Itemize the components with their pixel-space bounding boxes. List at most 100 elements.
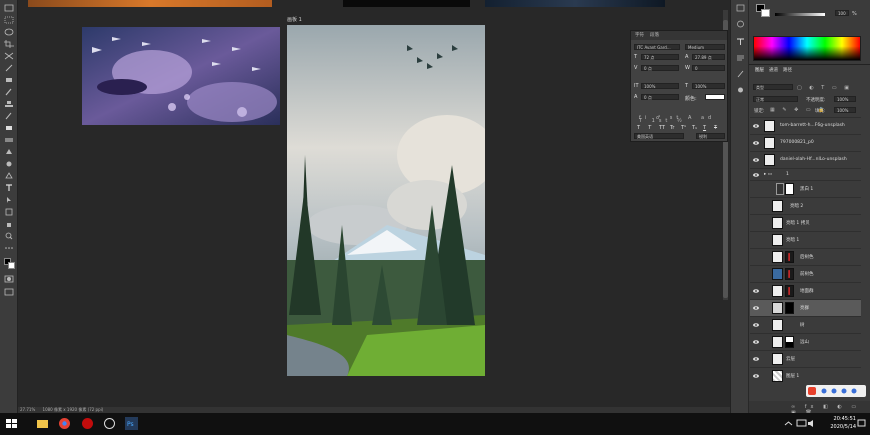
vertical-scale-field[interactable]: 100% bbox=[641, 83, 679, 89]
eyedropper-tool-icon[interactable] bbox=[4, 64, 14, 72]
language-select[interactable]: 美国英语 bbox=[634, 133, 684, 139]
faux-bold-button[interactable]: T bbox=[637, 125, 640, 131]
layer-name[interactable]: 黑白 1 bbox=[800, 186, 813, 192]
chrome-icon[interactable] bbox=[58, 417, 71, 430]
gradient-tool-icon[interactable] bbox=[4, 136, 14, 144]
layer-filter-icons[interactable]: ▢ ◐ T ▭ ▣ bbox=[797, 85, 857, 91]
leading-field[interactable]: 27.89 点 bbox=[692, 54, 725, 60]
hand-tool-icon[interactable] bbox=[4, 220, 14, 228]
strikethrough-button[interactable]: T bbox=[714, 125, 717, 131]
tab-layers[interactable]: 图层 bbox=[755, 66, 764, 76]
tab-paragraph[interactable]: 段落 bbox=[650, 31, 659, 40]
quick-mask-icon[interactable] bbox=[4, 275, 14, 283]
background-color-swatch[interactable] bbox=[8, 262, 15, 269]
brightness-value-field[interactable]: 100 bbox=[835, 10, 849, 16]
move-tool-icon[interactable] bbox=[4, 4, 14, 12]
crop-tool-icon[interactable] bbox=[4, 40, 14, 48]
zoom-level[interactable]: 27.71% bbox=[20, 407, 35, 412]
layer-name[interactable]: 树 bbox=[800, 322, 805, 328]
blend-mode-select[interactable]: 正常 bbox=[753, 96, 798, 102]
baseline-shift-field[interactable]: 0 点 bbox=[641, 94, 679, 100]
layer-row[interactable]: 亮暗 2 bbox=[750, 197, 861, 214]
layer-name[interactable]: 后树色 bbox=[800, 254, 814, 260]
layer-name[interactable]: 云层 bbox=[786, 356, 795, 362]
text-color-swatch[interactable] bbox=[705, 94, 725, 100]
adjustments-icon[interactable] bbox=[736, 20, 745, 28]
stamp-tool-icon[interactable] bbox=[4, 100, 14, 108]
opentype-features-row[interactable]: fi ♂ st A ad T 1st ½ bbox=[639, 116, 723, 124]
layer-name[interactable]: 亮暗 2 bbox=[790, 203, 803, 209]
color-spectrum[interactable] bbox=[753, 36, 861, 61]
layer-name[interactable]: 远山 bbox=[800, 339, 809, 345]
tab-channels[interactable]: 通道 bbox=[769, 66, 778, 76]
layer-name[interactable]: 亮群 bbox=[800, 305, 809, 311]
lasso-tool-icon[interactable] bbox=[4, 28, 14, 36]
layer-row[interactable]: daniel-olah-Hf...nlLo-unsplash bbox=[750, 151, 861, 168]
pen-tool-icon[interactable] bbox=[4, 172, 14, 180]
type-tool-icon[interactable] bbox=[4, 184, 14, 192]
whale-illustration-image[interactable] bbox=[82, 27, 280, 125]
small-caps-button[interactable]: Tr bbox=[670, 125, 674, 131]
layer-name[interactable]: 地面群 bbox=[800, 288, 814, 294]
layer-row[interactable]: 亮暗 1 拷贝 bbox=[750, 214, 861, 231]
layer-name[interactable]: 797000821_p0 bbox=[780, 140, 814, 145]
history-brush-tool-icon[interactable] bbox=[4, 112, 14, 120]
app-icon[interactable] bbox=[103, 417, 116, 430]
visibility-eye-icon[interactable] bbox=[753, 356, 759, 362]
visibility-eye-icon[interactable] bbox=[753, 172, 759, 178]
layer-row[interactable]: 树 bbox=[750, 316, 861, 333]
underline-button[interactable]: T bbox=[703, 125, 706, 131]
layer-row-selected[interactable]: 亮群 bbox=[750, 299, 861, 316]
superscript-button[interactable]: T¹ bbox=[681, 125, 686, 131]
subscript-button[interactable]: T₁ bbox=[692, 125, 697, 131]
brush-tool-icon[interactable] bbox=[4, 88, 14, 96]
font-style-select[interactable]: Medium bbox=[685, 44, 725, 50]
layer-row[interactable]: 797000821_p0 bbox=[750, 134, 861, 151]
layer-row[interactable]: 后树色 bbox=[750, 248, 861, 265]
frame-tool-icon[interactable] bbox=[4, 52, 14, 60]
notification-icon[interactable] bbox=[855, 417, 868, 430]
paragraph-panel-icon[interactable] bbox=[736, 54, 745, 62]
rectangle-tool-icon[interactable] bbox=[4, 208, 14, 216]
layer-row[interactable]: 图层 1 bbox=[750, 367, 861, 384]
visibility-eye-icon[interactable] bbox=[753, 157, 759, 163]
brush-settings-icon[interactable] bbox=[736, 70, 745, 78]
layer-name[interactable]: 亮暗 1 拷贝 bbox=[786, 220, 810, 226]
marquee-tool-icon[interactable] bbox=[4, 16, 14, 24]
document-info[interactable]: 1080 像素 x 1920 像素 (72 ppi) bbox=[43, 407, 104, 412]
visibility-eye-icon[interactable] bbox=[753, 288, 759, 294]
character-panel-icon[interactable] bbox=[736, 38, 745, 46]
layer-row[interactable]: 黑白 1 bbox=[750, 180, 861, 197]
kerning-field[interactable]: 0 点 bbox=[641, 65, 679, 71]
tray-arrow-icon[interactable] bbox=[782, 417, 795, 430]
visibility-eye-icon[interactable] bbox=[753, 373, 759, 379]
faux-italic-button[interactable]: T bbox=[648, 125, 651, 131]
forest-artboard-image[interactable] bbox=[287, 25, 485, 376]
artboard-label[interactable]: 画板 1 bbox=[287, 16, 302, 23]
layer-row[interactable]: 云层 bbox=[750, 350, 861, 367]
brightness-slider[interactable] bbox=[775, 13, 825, 16]
layer-row[interactable]: 远山 bbox=[750, 333, 861, 350]
zoom-tool-icon[interactable] bbox=[4, 232, 14, 240]
visibility-eye-icon[interactable] bbox=[753, 140, 759, 146]
layer-row[interactable]: 亮暗 1 bbox=[750, 231, 861, 248]
file-explorer-icon[interactable] bbox=[36, 417, 49, 430]
layer-name[interactable]: 前树色 bbox=[800, 271, 814, 277]
layer-group-row[interactable]: ▸ ▭ 1 bbox=[750, 168, 861, 180]
more-tools-icon[interactable] bbox=[4, 244, 14, 252]
path-selection-tool-icon[interactable] bbox=[4, 196, 14, 204]
layer-row[interactable]: tom-barrett-h...F6g-unsplash bbox=[750, 117, 861, 134]
visibility-eye-icon[interactable] bbox=[753, 305, 759, 311]
layer-filter-select[interactable]: 类型 bbox=[753, 84, 793, 90]
dodge-tool-icon[interactable] bbox=[4, 160, 14, 168]
tracking-field[interactable]: 0 bbox=[692, 65, 725, 71]
antialias-select[interactable]: 锐利 bbox=[696, 133, 725, 139]
font-family-select[interactable]: ITC Avant Gard... bbox=[634, 44, 680, 50]
layer-name[interactable]: tom-barrett-h...F6g-unsplash bbox=[780, 123, 845, 128]
photoshop-icon[interactable]: Ps bbox=[125, 417, 138, 430]
layer-name[interactable]: 1 bbox=[786, 172, 789, 177]
layer-row[interactable]: 地面群 bbox=[750, 282, 861, 299]
fill-field[interactable]: 100% bbox=[834, 107, 856, 113]
system-clock[interactable]: 20:45:51 2020/5/14 bbox=[816, 415, 856, 431]
history-icon[interactable] bbox=[736, 4, 745, 12]
